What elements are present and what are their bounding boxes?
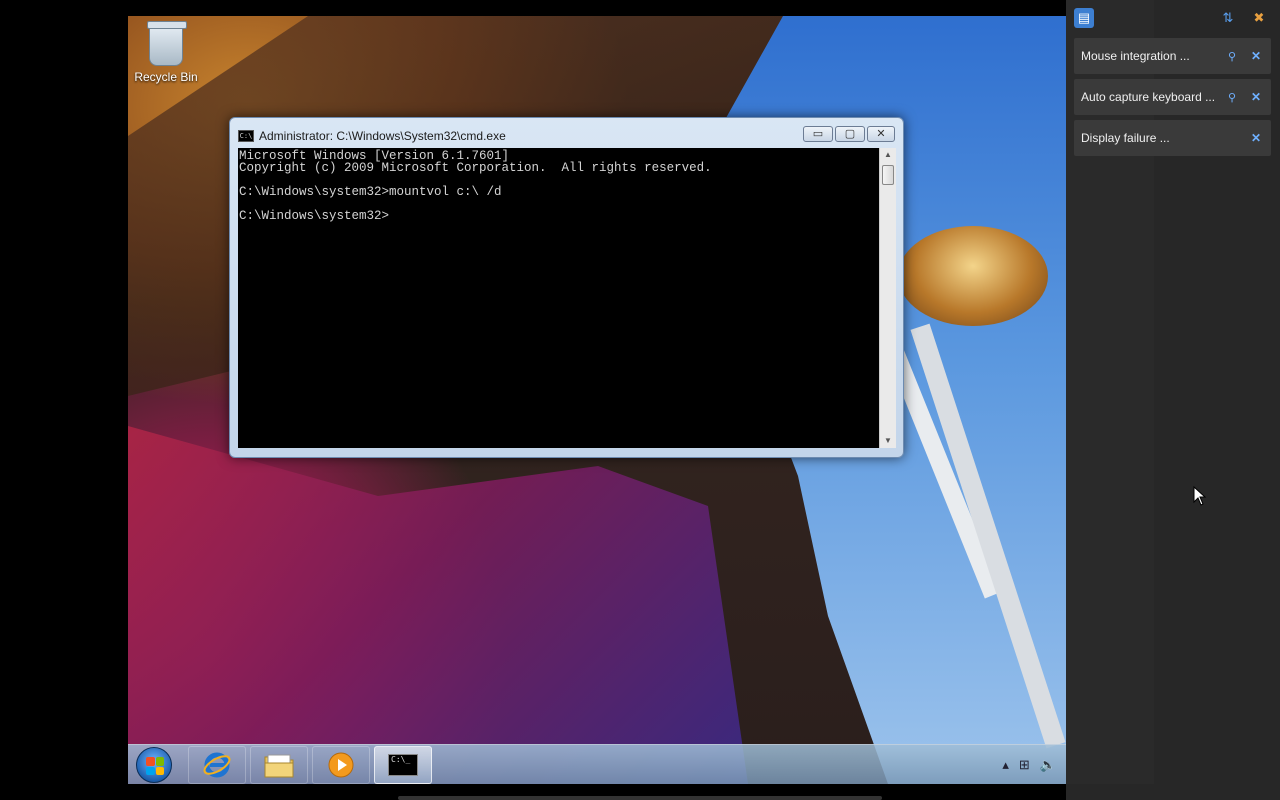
window-title: Administrator: C:\Windows\System32\cmd.e… (259, 129, 506, 143)
network-icon[interactable]: ⊞ (1019, 757, 1030, 773)
taskbar-internet-explorer[interactable] (188, 746, 246, 784)
vertical-scrollbar[interactable]: ▲ ▼ (879, 148, 896, 448)
cmd-icon: C:\_ (388, 754, 418, 776)
pin-icon[interactable]: ⚲ (1225, 91, 1239, 104)
notification-sidebar: ▤ ⇅ ✖ Mouse integration ... ⚲ ✕ Auto cap… (1066, 0, 1280, 800)
console-text: Microsoft Windows [Version 6.1.7601] Cop… (239, 149, 712, 223)
start-button[interactable] (136, 747, 172, 783)
sidebar-shade (1066, 0, 1154, 784)
console-output[interactable]: Microsoft Windows [Version 6.1.7601] Cop… (238, 148, 879, 448)
show-hidden-icons-icon[interactable]: ▴ (1002, 757, 1009, 773)
scrollbar-thumb[interactable] (882, 165, 894, 185)
taskbar-file-explorer[interactable] (250, 746, 308, 784)
window-controls: ▭ ▢ ✕ (803, 126, 895, 142)
notifications-icon[interactable]: ▤ (1074, 8, 1094, 28)
mouse-pointer-icon (1193, 485, 1207, 506)
folder-icon (264, 754, 294, 778)
ie-icon (203, 752, 231, 778)
windows-logo-icon (146, 757, 164, 775)
notification-text: Display failure ... (1081, 131, 1170, 145)
close-button[interactable]: ✕ (867, 126, 895, 142)
taskbar: C:\_ ▴ ⊞ 🔈 (128, 744, 1066, 784)
scroll-down-icon[interactable]: ▼ (880, 434, 896, 448)
close-icon[interactable]: ✕ (1249, 49, 1263, 63)
cmd-window[interactable]: C:\ Administrator: C:\Windows\System32\c… (229, 117, 904, 458)
volume-icon[interactable]: 🔈 (1040, 757, 1056, 773)
scroll-up-icon[interactable]: ▲ (880, 148, 896, 162)
pin-icon[interactable]: ⚲ (1225, 50, 1239, 63)
minimize-button[interactable]: ▭ (803, 126, 833, 142)
taskbar-media-player[interactable] (312, 746, 370, 784)
notification-item[interactable]: Auto capture keyboard ... ⚲ ✕ (1074, 79, 1271, 115)
sidebar-toolbar: ▤ ⇅ ✖ (1074, 8, 1280, 32)
wallpaper-tower-top (898, 226, 1048, 326)
desktop-icon-recycle-bin[interactable]: Recycle Bin (134, 21, 198, 84)
guest-screen[interactable]: Recycle Bin C:\ Administrator: C:\Window… (128, 16, 1066, 784)
notification-item[interactable]: Display failure ... ✕ (1074, 120, 1271, 156)
close-icon[interactable]: ✕ (1249, 131, 1263, 145)
vm-display: Recycle Bin C:\ Administrator: C:\Window… (0, 0, 1280, 800)
system-tray: ▴ ⊞ 🔈 (1002, 757, 1056, 773)
clear-all-icon[interactable]: ✖ (1249, 8, 1269, 28)
bottom-edge-bar (398, 796, 882, 800)
wallpaper-facade (128, 426, 748, 784)
recycle-bin-icon (147, 21, 187, 66)
maximize-button[interactable]: ▢ (835, 126, 865, 142)
media-player-icon (328, 752, 354, 778)
close-icon[interactable]: ✕ (1249, 90, 1263, 104)
cmd-icon: C:\ (238, 130, 254, 142)
notification-item[interactable]: Mouse integration ... ⚲ ✕ (1074, 38, 1271, 74)
window-titlebar[interactable]: C:\ Administrator: C:\Windows\System32\c… (238, 127, 506, 145)
notification-text: Mouse integration ... (1081, 49, 1190, 63)
desktop-icon-label: Recycle Bin (134, 70, 198, 84)
notification-text: Auto capture keyboard ... (1081, 90, 1216, 104)
taskbar-command-prompt[interactable]: C:\_ (374, 746, 432, 784)
sort-icon[interactable]: ⇅ (1218, 8, 1238, 28)
